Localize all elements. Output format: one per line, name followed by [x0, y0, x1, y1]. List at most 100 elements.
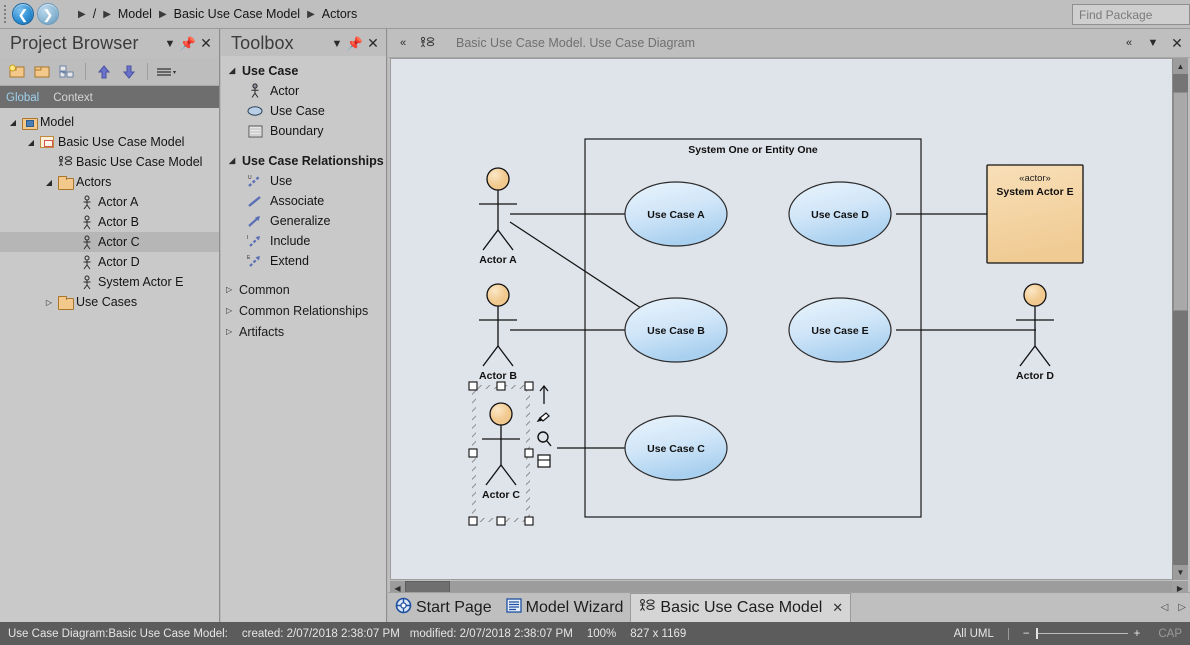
actor-icon: [247, 83, 263, 99]
toolbox-group-label: Use Case Relationships: [242, 154, 384, 168]
tree-node-diagram[interactable]: Basic Use Case Model: [0, 152, 219, 172]
move-up-icon[interactable]: [93, 61, 115, 83]
svg-text:E: E: [247, 255, 251, 261]
diagram-canvas[interactable]: System One or Entity One Use Case A: [390, 58, 1188, 580]
tab-context[interactable]: Context: [53, 92, 93, 108]
zoom-in-button[interactable]: +: [1134, 628, 1141, 640]
tree-node-actor-d[interactable]: Actor D: [0, 252, 219, 272]
actor-icon: [78, 275, 96, 290]
expand-twisty-icon[interactable]: ◢: [229, 156, 242, 165]
zoom-knob[interactable]: [1036, 628, 1038, 639]
collapse-twisty-icon[interactable]: ▷: [226, 285, 239, 294]
panel-menu-icon[interactable]: ▼: [328, 34, 346, 54]
new-package-icon[interactable]: [6, 61, 28, 83]
toolbox-item-label: Boundary: [270, 124, 324, 138]
toolbox-group-common[interactable]: ▷ Common: [221, 279, 386, 300]
collapse-right-icon[interactable]: «: [1120, 33, 1138, 53]
zoom-slider[interactable]: − +: [1023, 628, 1140, 640]
diagram-panel: « Basic Use Case Model. Use Case Diagram…: [388, 29, 1190, 622]
toolbox-group-artifacts[interactable]: ▷ Artifacts: [221, 321, 386, 342]
expand-twisty-icon[interactable]: ◢: [24, 138, 38, 147]
actor-icon: [78, 255, 96, 270]
collapse-twisty-icon[interactable]: ▷: [42, 298, 56, 307]
toolbox-item-use[interactable]: U Use: [221, 171, 386, 191]
toolbox-group-common-relationships[interactable]: ▷ Common Relationships: [221, 300, 386, 321]
breadcrumb-item-actors[interactable]: Actors: [322, 7, 357, 21]
close-icon[interactable]: ✕: [197, 34, 215, 54]
expand-twisty-icon[interactable]: ◢: [6, 118, 20, 127]
move-down-icon[interactable]: [118, 61, 140, 83]
tree-node-label: Basic Use Case Model: [56, 135, 184, 149]
collapse-twisty-icon[interactable]: ▷: [226, 327, 239, 336]
tree-node-actors-folder[interactable]: ◢ Actors: [0, 172, 219, 192]
breadcrumb-item-package[interactable]: Basic Use Case Model: [174, 7, 300, 21]
toolbar-grip[interactable]: [0, 0, 9, 29]
menu-icon[interactable]: [155, 61, 177, 83]
pin-icon[interactable]: 📌: [346, 34, 364, 54]
panel-menu-icon[interactable]: ▼: [1144, 33, 1162, 53]
tree-node-package[interactable]: ◢ Basic Use Case Model: [0, 132, 219, 152]
tree-node-model[interactable]: ◢ Model: [0, 112, 219, 132]
scroll-thumb[interactable]: [1173, 92, 1188, 311]
collapse-twisty-icon[interactable]: ▷: [226, 306, 239, 315]
tree-node-actor-b[interactable]: Actor B: [0, 212, 219, 232]
toolbox-item-boundary[interactable]: Boundary: [221, 121, 386, 141]
tree-node-label: System Actor E: [96, 275, 183, 289]
hierarchy-icon[interactable]: [56, 61, 78, 83]
toolbox-item-actor[interactable]: Actor: [221, 81, 386, 101]
tree-node-actor-a[interactable]: Actor A: [0, 192, 219, 212]
status-context: Use Case Diagram:Basic Use Case Model:: [8, 628, 228, 640]
tab-prev-icon[interactable]: ◁: [1161, 602, 1169, 613]
toolbox-item-label: Use Case: [270, 104, 325, 118]
back-arrow-icon[interactable]: ❮: [12, 3, 34, 25]
tab-model-wizard[interactable]: Model Wizard: [499, 594, 631, 622]
canvas-vertical-scrollbar[interactable]: ▲ ▼: [1172, 59, 1188, 580]
toolbox-group-label: Artifacts: [239, 325, 284, 339]
expand-twisty-icon[interactable]: ◢: [42, 178, 56, 187]
tree-node-system-actor-e[interactable]: System Actor E: [0, 272, 219, 292]
close-icon[interactable]: ✕: [1168, 33, 1186, 53]
scroll-up-arrow-icon[interactable]: ▲: [1173, 59, 1188, 74]
pin-icon[interactable]: 📌: [179, 34, 197, 54]
project-browser-title: Project Browser: [10, 33, 161, 54]
toolbox-item-include[interactable]: I Include: [221, 231, 386, 251]
tab-start-page[interactable]: Start Page: [388, 594, 499, 622]
classifier-name-label: System Actor E: [996, 186, 1073, 198]
breadcrumb-item-model[interactable]: Model: [118, 7, 152, 21]
toolbox-item-use-case[interactable]: Use Case: [221, 101, 386, 121]
magnifier-icon: [538, 432, 551, 446]
tree-node-actor-c[interactable]: Actor C: [0, 232, 219, 252]
find-package-input[interactable]: Find Package: [1072, 4, 1190, 25]
toolbox-item-extend[interactable]: E Extend: [221, 251, 386, 271]
document-tab-bar: Start Page Model Wizard Basic Use Case M…: [388, 592, 1190, 622]
close-icon[interactable]: ✕: [364, 34, 382, 54]
status-perspective[interactable]: All UML: [954, 628, 994, 640]
forward-arrow-icon[interactable]: ❯: [37, 3, 59, 25]
open-folder-icon[interactable]: [31, 61, 53, 83]
zoom-out-button[interactable]: −: [1023, 628, 1030, 640]
expand-twisty-icon[interactable]: ◢: [229, 66, 242, 75]
project-tree[interactable]: ◢ Model ◢ Basic Use Case Model Basic Use…: [0, 108, 219, 622]
toolbox-item-label: Associate: [270, 194, 324, 208]
zoom-track[interactable]: [1036, 633, 1128, 634]
usecase-diagram-icon: [418, 33, 436, 53]
toolbox-item-generalize[interactable]: Generalize: [221, 211, 386, 231]
collapse-left-icon[interactable]: «: [394, 33, 412, 53]
close-icon[interactable]: ✕: [832, 600, 843, 616]
toolbox-group-use-case[interactable]: ◢ Use Case: [221, 60, 386, 81]
chevron-right-icon: ▶: [152, 9, 174, 20]
toolbox-item-associate[interactable]: Associate: [221, 191, 386, 211]
application-window: ❮ ❯ ▶ / ▶ Model ▶ Basic Use Case Model ▶…: [0, 0, 1190, 645]
panel-menu-icon[interactable]: ▼: [161, 34, 179, 54]
tab-next-icon[interactable]: ▷: [1178, 602, 1186, 613]
status-divider: [1008, 628, 1009, 640]
tab-basic-use-case-model[interactable]: Basic Use Case Model ✕: [630, 593, 851, 622]
tree-node-usecases-folder[interactable]: ▷ Use Cases: [0, 292, 219, 312]
toolbox-group-use-case-relationships[interactable]: ◢ Use Case Relationships: [221, 150, 386, 171]
usecase-b: Use Case B: [625, 298, 727, 362]
scroll-down-arrow-icon[interactable]: ▼: [1173, 565, 1188, 580]
tree-node-label: Actor D: [96, 255, 140, 269]
actor-a: Actor A: [479, 168, 517, 266]
toolbox-item-label: Include: [270, 234, 310, 248]
tab-global[interactable]: Global: [6, 92, 39, 108]
